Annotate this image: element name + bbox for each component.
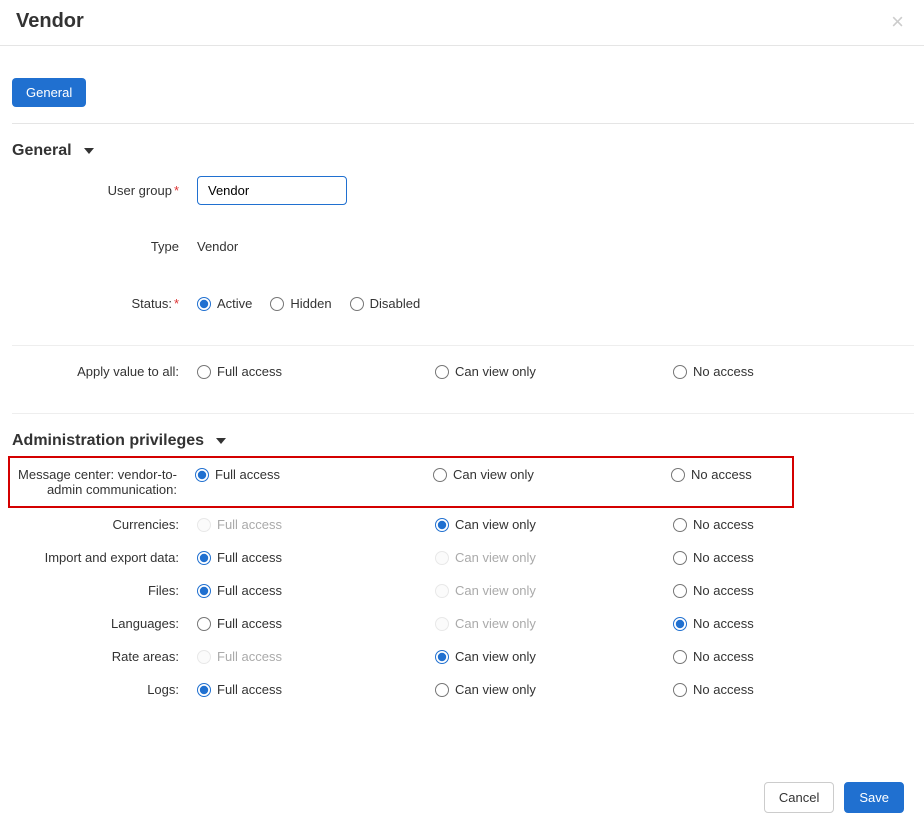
apply-all-full[interactable]: Full access [197,364,435,379]
label-type: Type [12,239,187,254]
priv-currencies-none[interactable]: No access [673,517,914,532]
priv-rateareas-full: Full access [197,649,435,664]
priv-label-logs: Logs: [12,682,187,697]
row-type: Type Vendor [12,215,914,278]
priv-msgcenter-full[interactable]: Full access [195,467,433,482]
section-general-heading[interactable]: General [12,124,914,166]
caret-down-icon [84,148,94,154]
priv-importexp-full[interactable]: Full access [197,550,435,565]
highlight-msgcenter: Message center: vendor-to-admin communic… [8,456,794,508]
priv-files-view: Can view only [435,583,673,598]
priv-logs-full[interactable]: Full access [197,682,435,697]
status-hidden[interactable]: Hidden [270,296,331,311]
apply-all-none[interactable]: No access [673,364,914,379]
priv-importexp-view: Can view only [435,550,673,565]
label-status: Status:* [12,296,187,311]
priv-msgcenter-view[interactable]: Can view only [433,467,671,482]
priv-row-rateareas: Rate areas: Full accessCan view onlyNo ac… [12,640,914,673]
caret-down-icon [216,438,226,444]
privileges-list: Message center: vendor-to-admin communic… [12,456,914,706]
section-admin-priv-label: Administration privileges [12,432,204,450]
dialog-title: Vendor [16,10,84,33]
dialog-header: Vendor × [0,0,924,46]
priv-label-currencies: Currencies: [12,517,187,532]
priv-files-full[interactable]: Full access [197,583,435,598]
section-admin-priv-heading[interactable]: Administration privileges [12,414,914,456]
value-type: Vendor [197,239,238,254]
status-disabled[interactable]: Disabled [350,296,421,311]
label-apply-all: Apply value to all: [12,364,187,379]
required-asterisk: * [174,296,179,311]
tab-general[interactable]: General [12,78,86,107]
priv-importexp-none[interactable]: No access [673,550,914,565]
priv-label-importexp: Import and export data: [12,550,187,565]
priv-logs-view[interactable]: Can view only [435,682,673,697]
label-user-group: User group* [12,183,187,198]
priv-row-importexp: Import and export data: Full accessCan vi… [12,541,914,574]
row-status: Status:* Active Hidden Disabled [12,278,914,329]
priv-row-logs: Logs: Full accessCan view onlyNo access [12,673,914,706]
priv-files-none[interactable]: No access [673,583,914,598]
cancel-button[interactable]: Cancel [764,782,834,813]
priv-currencies-view[interactable]: Can view only [435,517,673,532]
priv-logs-none[interactable]: No access [673,682,914,697]
save-button[interactable]: Save [844,782,904,813]
priv-row-files: Files: Full accessCan view onlyNo access [12,574,914,607]
priv-currencies-full: Full access [197,517,435,532]
tabs-bar: General [12,48,914,124]
status-active[interactable]: Active [197,296,252,311]
section-general-label: General [12,142,72,160]
user-group-field[interactable] [197,176,347,205]
priv-languages-none[interactable]: No access [673,616,914,631]
apply-all-view[interactable]: Can view only [435,364,673,379]
required-asterisk: * [174,183,179,198]
priv-row-languages: Languages: Full accessCan view onlyNo acc… [12,607,914,640]
priv-label-msgcenter: Message center: vendor-to-admin communic… [10,467,185,497]
priv-msgcenter-none[interactable]: No access [671,467,792,482]
priv-label-rateareas: Rate areas: [12,649,187,664]
priv-rateareas-none[interactable]: No access [673,649,914,664]
row-user-group: User group* [12,166,914,215]
priv-languages-full[interactable]: Full access [197,616,435,631]
priv-row-currencies: Currencies: Full accessCan view onlyNo ac… [12,508,914,541]
priv-rateareas-view[interactable]: Can view only [435,649,673,664]
priv-label-languages: Languages: [12,616,187,631]
dialog-body: General General User group* Type Vendor … [0,48,924,767]
priv-languages-view: Can view only [435,616,673,631]
close-icon[interactable]: × [887,11,908,33]
row-apply-all: Apply value to all: Full access Can view… [12,346,914,397]
priv-label-files: Files: [12,583,187,598]
dialog-footer: Cancel Save [0,767,924,827]
priv-row-msgcenter: Message center: vendor-to-admin communic… [10,464,792,500]
